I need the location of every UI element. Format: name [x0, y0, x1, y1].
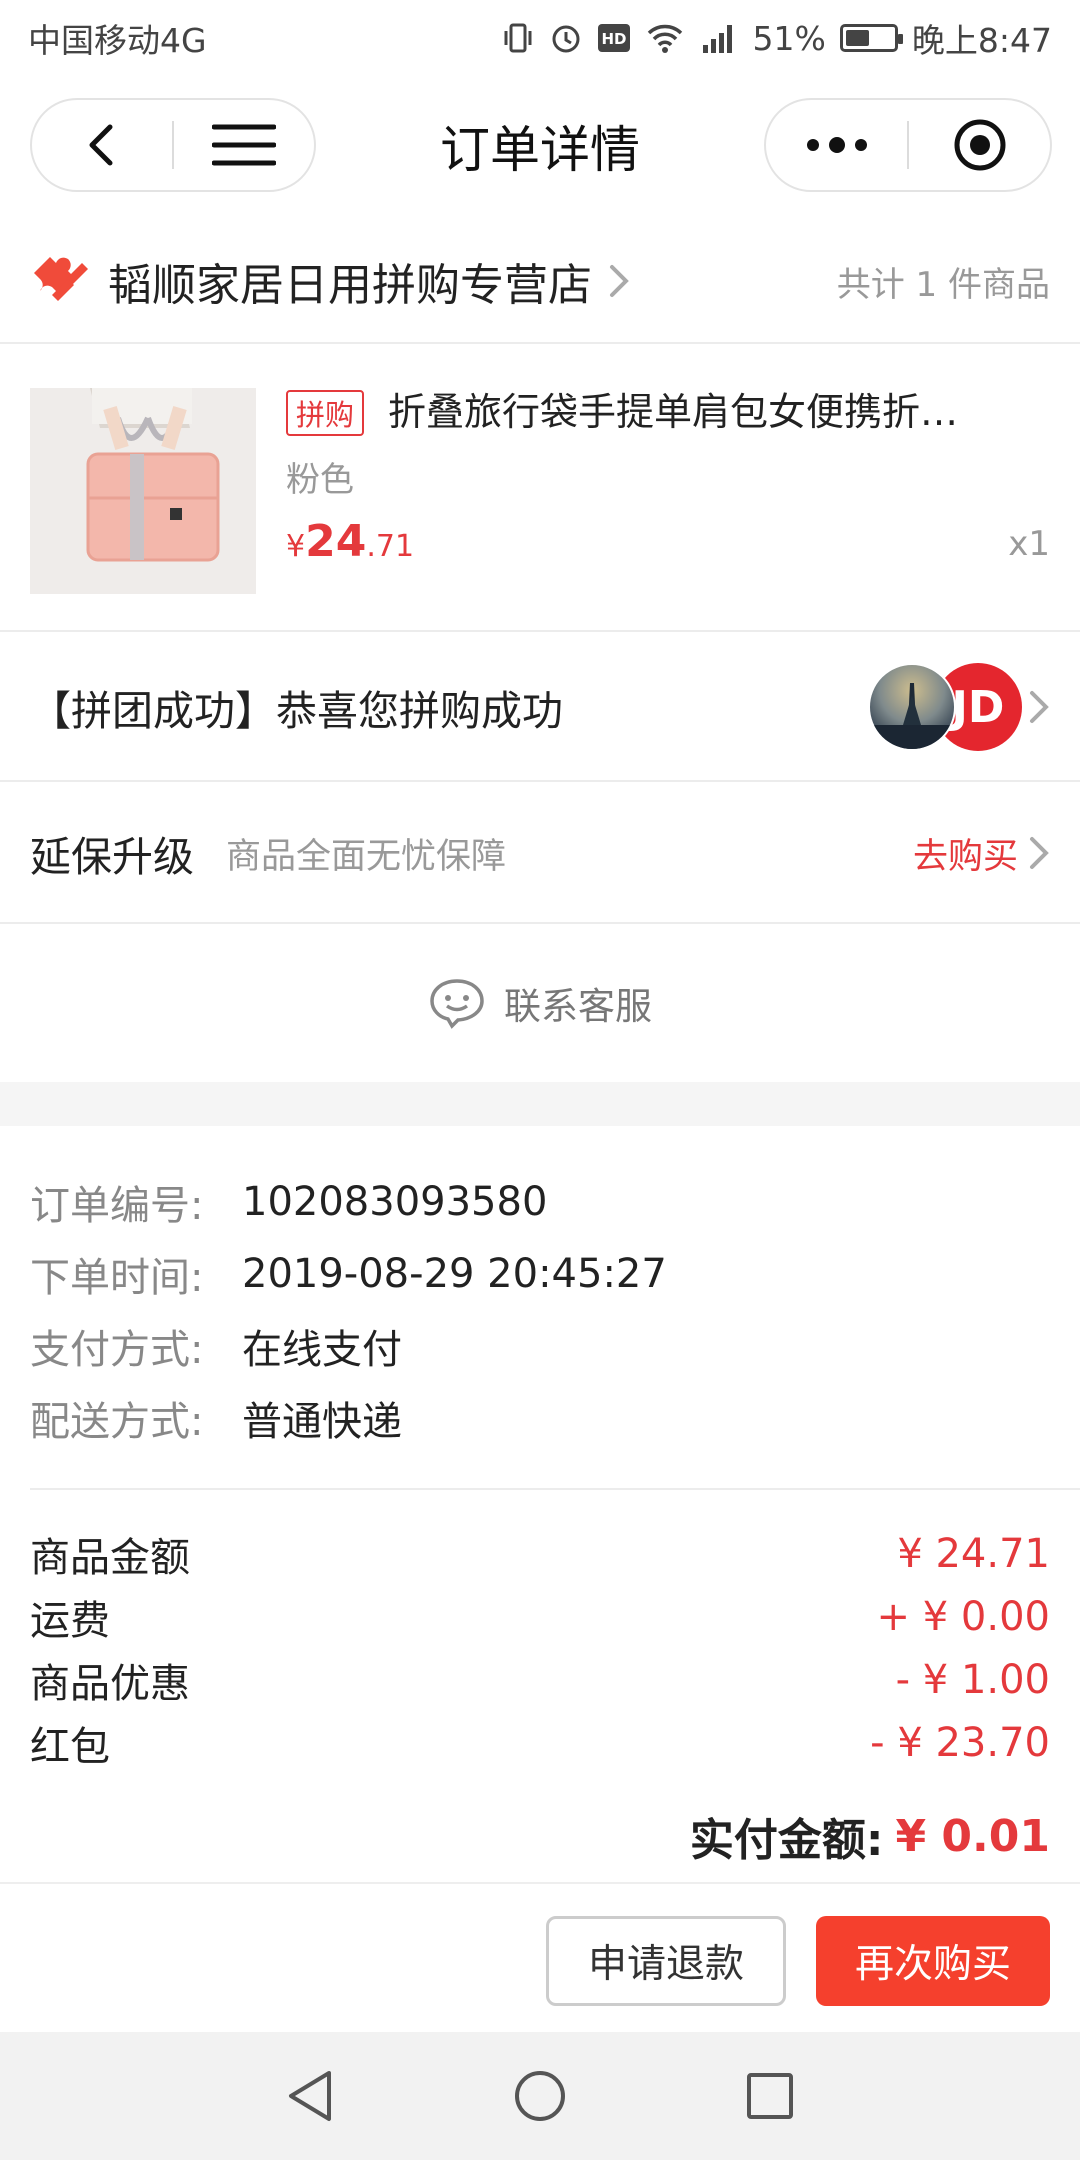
page-title: 订单详情 — [440, 121, 640, 179]
shop-name[interactable]: 韬顺家居日用拼购专营店 — [108, 249, 592, 313]
circle-home-icon — [515, 2071, 565, 2121]
price-integer: 24 — [305, 516, 367, 567]
discount-label: 商品优惠 — [30, 1660, 190, 1707]
order-time-label: 下单时间: — [30, 1255, 204, 1301]
battery-icon — [839, 24, 903, 52]
close-miniprogram-button[interactable] — [909, 100, 1050, 190]
nav-capsule-left — [30, 98, 316, 192]
contact-service-label: 联系客服 — [504, 985, 652, 1028]
pingou-badge: 拼购 — [286, 390, 365, 436]
product-quantity: x1 — [1008, 524, 1050, 564]
alarm-icon — [549, 18, 583, 58]
total-paid-value: ¥ 0.01 — [895, 1810, 1051, 1862]
avatar — [868, 663, 956, 751]
system-back-button[interactable] — [280, 2066, 340, 2126]
goods-amount-label: 商品金额 — [30, 1534, 190, 1581]
product-image[interactable] — [30, 388, 256, 594]
menu-icon — [212, 124, 276, 166]
system-recents-button[interactable] — [740, 2066, 800, 2126]
clock: 晚上8:47 — [911, 21, 1052, 60]
order-info: 订单编号: 102083093580 下单时间: 2019-08-29 20:4… — [30, 1166, 1050, 1454]
red-packet-label: 红包 — [30, 1723, 110, 1770]
order-number-value[interactable]: 102083093580 — [242, 1179, 547, 1225]
order-time-value: 2019-08-29 20:45:27 — [242, 1251, 667, 1297]
target-icon — [954, 119, 1005, 171]
fee-row: 红包 - ¥ 23.70 — [30, 1711, 1050, 1774]
square-recents-icon — [747, 2073, 793, 2119]
back-icon — [89, 124, 113, 166]
fee-row: 商品优惠 - ¥ 1.00 — [30, 1648, 1050, 1711]
payment-method-label: 支付方式: — [30, 1327, 204, 1373]
order-number-label: 订单编号: — [30, 1183, 204, 1229]
svg-text:HD: HD — [601, 30, 626, 48]
price-decimal: .71 — [366, 529, 415, 564]
shipping-label: 运费 — [30, 1597, 110, 1644]
discount-value: - ¥ 1.00 — [895, 1656, 1050, 1703]
delivery-method-label: 配送方式: — [30, 1399, 204, 1445]
product-item[interactable]: 拼购 折叠旅行袋手提单肩包女便携折… 粉色 ¥ 24 .71 x1 — [0, 346, 1080, 632]
group-status-text: 【拼团成功】恭喜您拼购成功 — [30, 687, 563, 735]
nav-bar: 订单详情 — [0, 76, 1080, 216]
goods-amount-value: ¥ 24.71 — [897, 1530, 1050, 1577]
signal-icon — [699, 18, 739, 58]
rebuy-button[interactable]: 再次购买 — [816, 1916, 1050, 2006]
order-info-row: 配送方式: 普通快递 — [30, 1382, 1050, 1454]
wifi-icon — [645, 18, 685, 58]
system-home-button[interactable] — [510, 2066, 570, 2126]
buy-warranty-label: 去购买 — [912, 836, 1018, 877]
hd-icon: HD — [597, 18, 631, 58]
battery-percent: 51% — [752, 18, 826, 58]
warranty-row[interactable]: 延保升级 商品全面无忧保障 去购买 — [0, 784, 1080, 924]
delivery-method-value: 普通快递 — [242, 1399, 402, 1445]
chevron-right-icon — [1030, 837, 1049, 869]
system-nav-bar — [0, 2032, 1080, 2160]
chevron-right-icon — [1028, 689, 1050, 725]
puzzle-icon — [30, 249, 90, 313]
warranty-title: 延保升级 — [30, 833, 194, 881]
fee-breakdown: 商品金额 ¥ 24.71 运费 + ¥ 0.00 商品优惠 - ¥ 1.00 红… — [30, 1522, 1050, 1774]
shipping-value: + ¥ 0.00 — [876, 1593, 1050, 1640]
order-info-row: 下单时间: 2019-08-29 20:45:27 — [30, 1238, 1050, 1310]
product-variant: 粉色 — [286, 460, 354, 500]
buy-warranty-link[interactable]: 去购买 — [913, 828, 1050, 879]
battery-fill — [845, 30, 869, 46]
total-paid-label: 实付金额: — [689, 1815, 884, 1866]
triangle-back-icon — [289, 2071, 331, 2121]
order-info-row: 订单编号: 102083093580 — [30, 1166, 1050, 1238]
group-status-row[interactable]: 【拼团成功】恭喜您拼购成功 JD — [0, 634, 1080, 782]
product-price: ¥ 24 .71 — [286, 516, 414, 567]
divider — [30, 1488, 1080, 1490]
nav-capsule-right — [764, 98, 1052, 192]
contact-service-button[interactable]: 联系客服 — [0, 926, 1080, 1080]
warranty-subtitle: 商品全面无忧保障 — [226, 836, 507, 877]
chevron-right-icon — [608, 263, 630, 299]
chat-face-icon — [430, 979, 484, 1029]
item-count: 共计 1 件商品 — [836, 264, 1050, 305]
back-button[interactable] — [32, 100, 172, 190]
refund-button[interactable]: 申请退款 — [546, 1916, 786, 2006]
price-symbol: ¥ — [286, 529, 306, 564]
fee-row: 商品金额 ¥ 24.71 — [30, 1522, 1050, 1585]
status-icons: HD 51% 晚上8:47 — [501, 14, 1052, 62]
carrier-label: 中国移动4G — [28, 21, 207, 60]
menu-button[interactable] — [174, 100, 314, 190]
total-paid: 实付金额: ¥ 0.01 — [690, 1804, 1050, 1868]
status-bar: 中国移动4G HD 51% 晚上8:47 — [0, 0, 1080, 76]
payment-method-value: 在线支付 — [242, 1327, 402, 1373]
group-avatars: JD — [868, 661, 1022, 753]
product-title[interactable]: 折叠旅行袋手提单肩包女便携折… — [388, 384, 1028, 440]
more-button[interactable] — [766, 100, 907, 190]
vibrate-icon — [501, 18, 535, 58]
action-bar: 申请退款 再次购买 — [0, 1882, 1080, 2032]
fee-row: 运费 + ¥ 0.00 — [30, 1585, 1050, 1648]
red-packet-value: - ¥ 23.70 — [870, 1719, 1050, 1766]
shop-header[interactable]: 韬顺家居日用拼购专营店 共计 1 件商品 — [0, 220, 1080, 344]
more-icon — [806, 137, 867, 153]
order-info-row: 支付方式: 在线支付 — [30, 1310, 1050, 1382]
section-gap — [0, 1082, 1080, 1126]
